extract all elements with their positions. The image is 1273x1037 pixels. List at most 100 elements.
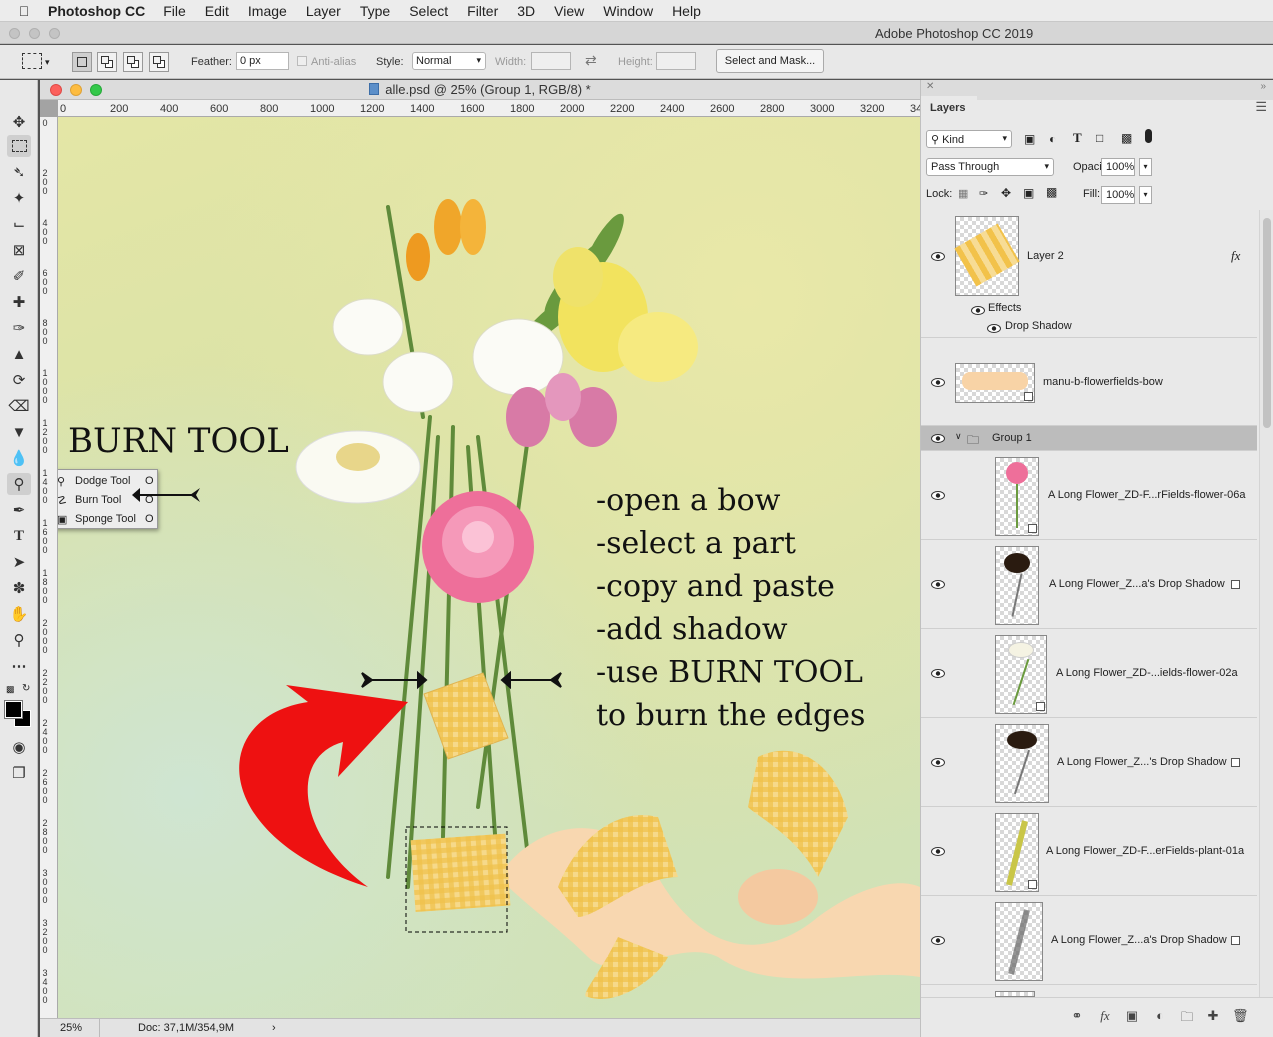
healing-brush-icon[interactable]: ✚ — [7, 291, 31, 313]
lasso-tool-icon[interactable]: ➴ — [7, 161, 31, 183]
layer-name[interactable]: A Long Flower_Z...'s Drop Shadow — [1057, 756, 1227, 768]
crop-tool-icon[interactable]: ⌙ — [7, 213, 31, 235]
chevron-down-icon[interactable]: ∨ — [955, 431, 962, 442]
lock-transparent-icon[interactable]: ▦ — [958, 187, 968, 200]
document-tab[interactable]: alle.psd @ 25% (Group 1, RGB/8) * — [40, 80, 920, 100]
close-panel-icon[interactable]: ✕ — [926, 81, 934, 92]
lock-image-icon[interactable]: ✑ — [979, 187, 988, 200]
close-window-button[interactable] — [9, 28, 20, 39]
eye-icon[interactable] — [931, 758, 945, 767]
menu-image[interactable]: Image — [248, 3, 287, 19]
smart-object-filter-icon[interactable]: ▩ — [1121, 131, 1132, 145]
magic-wand-icon[interactable]: ✦ — [7, 187, 31, 209]
layer-name[interactable]: Layer 2 — [1027, 250, 1064, 262]
layer-name[interactable]: Group 1 — [992, 432, 1032, 444]
filter-toggle-icon[interactable] — [1145, 129, 1152, 143]
add-selection-icon[interactable] — [97, 52, 117, 72]
zoom-tool-icon[interactable]: ⚲ — [7, 629, 31, 651]
menu-select[interactable]: Select — [409, 3, 448, 19]
antialias-checkbox[interactable] — [297, 56, 307, 66]
menu-3d[interactable]: 3D — [517, 3, 535, 19]
move-tool-icon[interactable]: ✥ — [7, 111, 31, 133]
subtract-selection-icon[interactable] — [123, 52, 143, 72]
menu-filter[interactable]: Filter — [467, 3, 498, 19]
pixel-filter-icon[interactable]: ▣ — [1024, 132, 1035, 146]
intersect-selection-icon[interactable] — [149, 52, 169, 72]
doc-minimize-button[interactable] — [70, 84, 82, 96]
doc-size-info[interactable]: Doc: 37,1M/354,9M — [138, 1019, 234, 1037]
minimize-window-button[interactable] — [29, 28, 40, 39]
menu-file[interactable]: File — [163, 3, 186, 19]
adjustment-layer-icon[interactable]: ◐ — [1152, 1008, 1168, 1024]
chevron-down-icon[interactable]: ▾ — [1139, 158, 1152, 176]
doc-close-button[interactable] — [50, 84, 62, 96]
lock-all-icon[interactable]: ▩ — [1046, 185, 1057, 199]
width-input[interactable] — [531, 52, 571, 70]
blend-mode-select[interactable]: Pass Through ▾ — [926, 158, 1054, 176]
panel-menu-icon[interactable]: ☰ — [1255, 99, 1267, 115]
stamp-tool-icon[interactable]: ▲ — [7, 343, 31, 365]
scrollbar-thumb[interactable] — [1263, 218, 1271, 428]
quick-mask-icon[interactable]: ◉ — [7, 736, 31, 758]
apple-icon[interactable]:  — [0, 3, 48, 19]
app-menu[interactable]: Photoshop CC — [48, 3, 145, 19]
brush-tool-icon[interactable]: ✑ — [7, 317, 31, 339]
adjustment-filter-icon[interactable]: ◐ — [1049, 132, 1056, 146]
chevron-down-icon[interactable]: ▾ — [45, 57, 50, 68]
swap-colors-icon[interactable]: ↻ — [22, 683, 30, 694]
type-filter-icon[interactable]: T — [1073, 130, 1082, 146]
link-layers-icon[interactable]: ⚭ — [1069, 1008, 1085, 1024]
eye-icon[interactable] — [971, 306, 985, 315]
collapse-panel-icon[interactable]: » — [1260, 81, 1266, 92]
select-and-mask-button[interactable]: Select and Mask... — [716, 49, 824, 73]
chevron-right-icon[interactable]: › — [272, 1019, 276, 1037]
layer-row[interactable] — [921, 985, 1257, 997]
screen-mode-icon[interactable]: ❐ — [7, 762, 31, 784]
foreground-color-swatch[interactable] — [4, 700, 23, 719]
layer-group-row[interactable]: ∨ 🗀 Group 1 — [921, 426, 1257, 451]
paint-bucket-icon[interactable]: ▼ — [7, 421, 31, 443]
layer-name[interactable]: A Long Flower_ZD-F...rFields-flower-06a — [1048, 489, 1245, 501]
trash-icon[interactable]: 🗑 — [1232, 1008, 1249, 1024]
marquee-preset-icon[interactable] — [22, 53, 42, 69]
layer-name[interactable]: manu-b-flowerfields-bow — [1043, 376, 1163, 388]
new-selection-icon[interactable] — [72, 52, 92, 72]
new-layer-icon[interactable]: ✚ — [1205, 1008, 1221, 1024]
menu-help[interactable]: Help — [672, 3, 701, 19]
eye-icon[interactable] — [931, 252, 945, 261]
effect-drop-shadow[interactable]: Drop Shadow — [1005, 320, 1072, 332]
more-tools-icon[interactable]: ⋯ — [7, 655, 31, 677]
document-canvas[interactable]: BURN TOOL ⚲ Dodge Tool O ■ ☡ Burn Tool O… — [58, 117, 920, 1018]
eye-icon[interactable] — [931, 580, 945, 589]
layer-row[interactable]: A Long Flower_ZD-...ields-flower-02a — [921, 629, 1257, 718]
menu-window[interactable]: Window — [603, 3, 653, 19]
layers-scrollbar[interactable] — [1259, 210, 1273, 997]
new-group-icon[interactable]: 🗀 — [1179, 1008, 1195, 1024]
menu-view[interactable]: View — [554, 3, 584, 19]
horizontal-ruler[interactable]: 0 200 400 600 800 1000 1200 1400 1600 18… — [58, 100, 920, 117]
doc-zoom-button[interactable] — [90, 84, 102, 96]
blur-tool-icon[interactable]: 💧 — [7, 447, 31, 469]
menu-type[interactable]: Type — [360, 3, 390, 19]
layer-row[interactable]: A Long Flower_Z...'s Drop Shadow — [921, 718, 1257, 807]
effects-label[interactable]: Effects — [988, 302, 1021, 314]
feather-input[interactable]: 0 px — [236, 52, 289, 70]
default-colors-icon[interactable]: ▩ — [6, 684, 15, 695]
layer-row[interactable]: A Long Flower_Z...a's Drop Shadow — [921, 896, 1257, 985]
marquee-tool-icon[interactable] — [7, 135, 31, 157]
tab-layers[interactable]: Layers — [921, 96, 977, 120]
layer-row[interactable]: A Long Flower_ZD-F...rFields-flower-06a — [921, 451, 1257, 540]
opacity-input[interactable]: 100% — [1101, 158, 1135, 176]
fill-input[interactable]: 100% — [1101, 186, 1135, 204]
lock-artboard-icon[interactable]: ▣ — [1023, 186, 1034, 200]
eraser-icon[interactable]: ⌫ — [7, 395, 31, 417]
layer-row[interactable]: A Long Flower_Z...a's Drop Shadow — [921, 540, 1257, 629]
flyout-item-sponge[interactable]: ▣ Sponge Tool O — [58, 510, 157, 528]
frame-tool-icon[interactable]: ⊠ — [7, 239, 31, 261]
eye-icon[interactable] — [931, 847, 945, 856]
layer-name[interactable]: A Long Flower_ZD-F...erFields-plant-01a — [1046, 845, 1244, 857]
swap-icon[interactable]: ⇄ — [585, 52, 597, 69]
layer-name[interactable]: A Long Flower_ZD-...ields-flower-02a — [1056, 667, 1238, 679]
zoom-level[interactable]: 25% — [40, 1019, 100, 1037]
dodge-tool-icon[interactable]: ⚲ — [7, 473, 31, 495]
